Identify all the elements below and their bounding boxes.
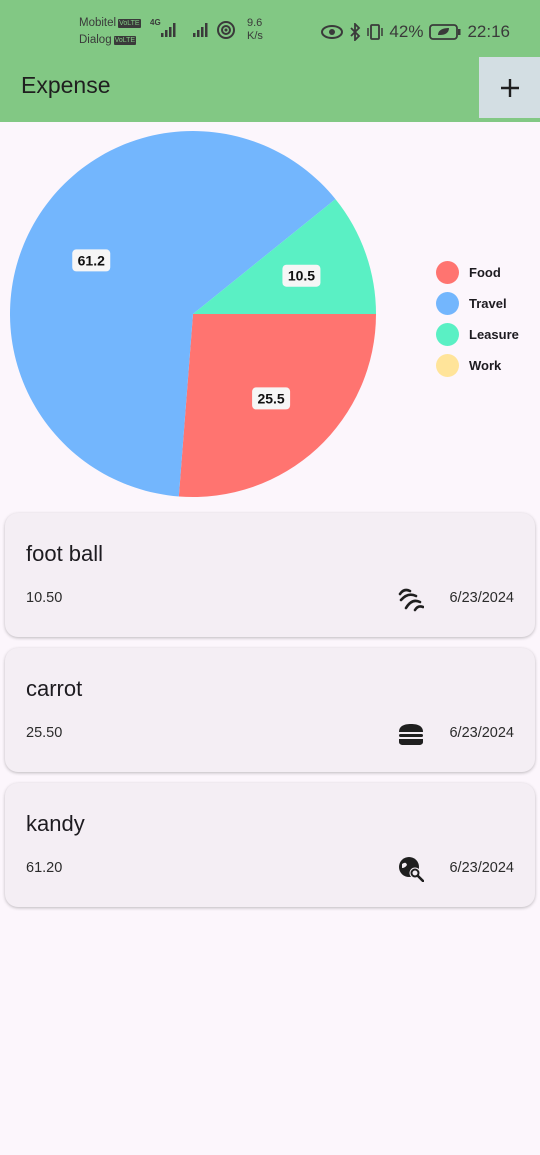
signal-strength-icon-2 xyxy=(193,23,208,37)
page-title: Expense xyxy=(21,72,111,98)
bluetooth-icon xyxy=(350,23,361,41)
expense-title: foot ball xyxy=(26,541,104,566)
expense-amount: 25.50 xyxy=(26,725,63,741)
vibrate-icon xyxy=(367,24,384,40)
legend-label-food: Food xyxy=(469,265,501,280)
legend-swatch-travel xyxy=(436,292,459,315)
pie-label-travel: 61.2 xyxy=(72,249,111,272)
food-icon xyxy=(399,724,423,745)
pie-label-text: 25.5 xyxy=(257,390,284,406)
hotspot-icon xyxy=(217,21,235,39)
legend-item-leasure: Leasure xyxy=(436,319,519,350)
expense-amount: 10.50 xyxy=(26,590,63,606)
expense-date: 6/23/2024 xyxy=(449,725,514,741)
legend-swatch-leasure xyxy=(436,323,459,346)
plus-icon xyxy=(500,78,519,97)
expense-title: carrot xyxy=(26,676,83,701)
legend-item-travel: Travel xyxy=(436,288,519,319)
add-expense-button[interactable] xyxy=(479,57,540,118)
expense-card[interactable]: kandy 61.20 6/23/2024 xyxy=(5,783,535,907)
legend-swatch-food xyxy=(436,261,459,284)
legend-label-travel: Travel xyxy=(469,296,507,311)
pie-label-leasure: 10.5 xyxy=(282,264,321,287)
expense-date: 6/23/2024 xyxy=(449,860,514,876)
legend-item-work: Work xyxy=(436,350,519,381)
expense-title: kandy xyxy=(26,811,85,836)
expense-amount: 61.20 xyxy=(26,860,63,876)
carrier-mobitel: Mobitel VoLTE xyxy=(79,17,141,29)
legend-label-work: Work xyxy=(469,358,502,373)
signal-strength-icon xyxy=(161,23,176,37)
network-speed: 9.6 K/s xyxy=(247,17,263,42)
battery-percent: 42% xyxy=(389,22,424,41)
pie-label-text: 61.2 xyxy=(78,252,105,268)
legend-item-food: Food xyxy=(436,257,519,288)
expense-card[interactable]: carrot 25.50 6/23/2024 xyxy=(5,648,535,772)
legend-label-leasure: Leasure xyxy=(469,327,519,342)
travel-icon xyxy=(399,857,424,882)
pie-label-food: 25.5 xyxy=(252,387,291,410)
battery-icon xyxy=(429,24,461,40)
eye-icon xyxy=(321,25,344,39)
expense-card[interactable]: foot ball 10.50 6/23/2024 xyxy=(5,513,535,637)
legend-swatch-work xyxy=(436,354,459,377)
app-bar: Mobitel VoLTE Dialog VoLTE 4G 9.6 K/s 42% 2… xyxy=(0,0,540,122)
carrier-dialog: Dialog VoLTE xyxy=(79,34,137,46)
leisure-icon xyxy=(398,588,424,612)
clock: 22:16 xyxy=(467,22,510,41)
status-right-group: 42% 22:16 xyxy=(321,19,510,45)
pie-label-text: 10.5 xyxy=(288,268,315,284)
chart-legend: Food Travel Leasure Work xyxy=(436,257,519,381)
status-bar: Mobitel VoLTE Dialog VoLTE 4G 9.6 K/s 42% 2… xyxy=(0,0,540,60)
expense-date: 6/23/2024 xyxy=(449,590,514,606)
